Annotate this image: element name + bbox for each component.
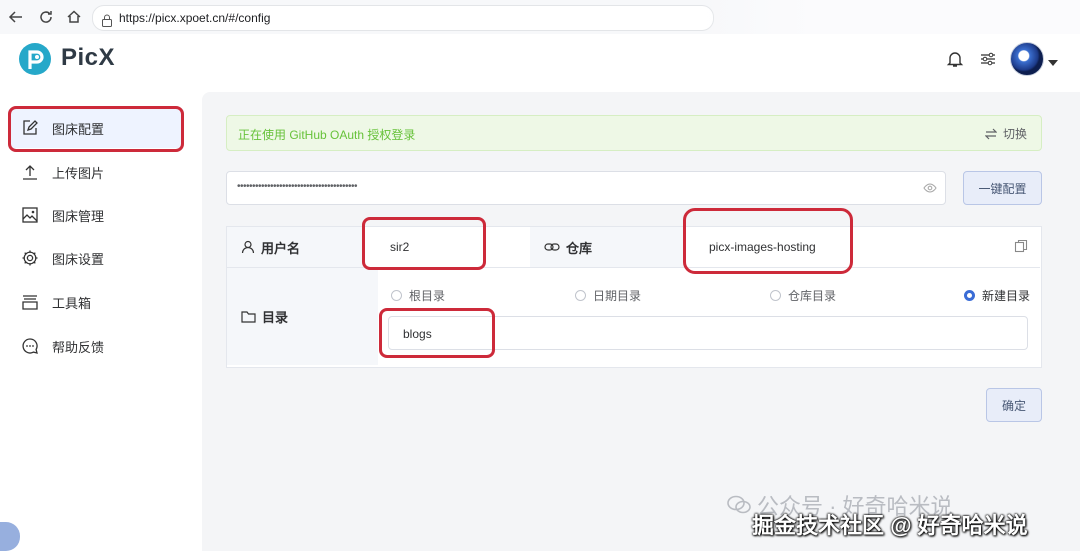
sidebar-item-toolbox[interactable]: 工具箱: [8, 282, 184, 322]
radio-indicator: [391, 290, 402, 301]
folder-icon: [241, 310, 256, 323]
app-header: PicX: [0, 34, 1080, 84]
directory-input[interactable]: blogs: [388, 316, 1028, 350]
reload-icon[interactable]: [36, 7, 56, 27]
eye-icon[interactable]: [923, 181, 937, 199]
username-label-cell: 用户名: [227, 227, 363, 267]
back-icon[interactable]: [6, 7, 26, 27]
copy-icon[interactable]: [1014, 239, 1028, 258]
radio-new-dir[interactable]: 新建目录: [964, 287, 1030, 304]
sidebar-item-settings[interactable]: 图床设置: [8, 238, 184, 278]
radio-date-dir[interactable]: 日期目录: [575, 287, 641, 304]
settings-icon: [20, 248, 40, 268]
dir-label: 目录: [262, 310, 289, 325]
app-name: PicX: [61, 44, 116, 71]
swap-icon: [984, 128, 997, 139]
radio-label: 日期目录: [593, 289, 642, 303]
token-input[interactable]: ••••••••••••••••••••••••••••••••••••••••: [226, 171, 946, 205]
upload-icon: [20, 162, 40, 182]
switch-button[interactable]: 切换: [984, 125, 1027, 142]
radio-label: 仓库目录: [788, 289, 837, 303]
sidebar-item-help[interactable]: 帮助反馈: [8, 326, 184, 366]
sidebar-item-label: 工具箱: [52, 295, 92, 311]
oauth-notice: 正在使用 GitHub OAuth 授权登录 切换: [226, 115, 1042, 151]
toolbox-icon: [20, 292, 40, 312]
directory-value: blogs: [403, 327, 432, 341]
home-icon[interactable]: [64, 7, 84, 27]
edit-icon: [20, 118, 40, 138]
sidebar-item-label: 图床配置: [52, 121, 105, 137]
one-click-config-button[interactable]: 一键配置: [963, 171, 1042, 205]
radio-label: 新建目录: [982, 289, 1031, 303]
radio-label: 根目录: [409, 289, 446, 303]
wechat-icon: [727, 495, 751, 514]
token-value: ••••••••••••••••••••••••••••••••••••••••: [237, 181, 358, 192]
notice-text: 正在使用 GitHub OAuth 授权登录: [238, 128, 416, 142]
confirm-button[interactable]: 确定: [986, 388, 1042, 422]
sidebar-item-label: 上传图片: [52, 165, 105, 181]
repo-label-cell: 仓库: [530, 227, 685, 267]
switch-label: 切换: [1002, 127, 1027, 141]
chat-icon: [20, 336, 40, 356]
username-value[interactable]: sir2: [390, 227, 409, 267]
username-label: 用户名: [261, 240, 301, 256]
sidebar-item-config[interactable]: 图床配置: [8, 108, 184, 148]
avatar[interactable]: [1010, 42, 1044, 76]
repo-value[interactable]: picx-images-hosting: [709, 227, 816, 267]
radio-indicator: [964, 290, 975, 301]
radio-root-dir[interactable]: 根目录: [391, 287, 445, 304]
sliders-icon[interactable]: [977, 48, 999, 70]
sidebar-item-upload[interactable]: 上传图片: [8, 152, 184, 192]
sidebar-item-label: 图床设置: [52, 251, 105, 267]
caret-down-icon[interactable]: [1047, 54, 1059, 72]
radio-repo-dir[interactable]: 仓库目录: [770, 287, 836, 304]
dir-label-cell: 目录: [227, 268, 378, 365]
sidebar-item-label: 帮助反馈: [52, 339, 105, 355]
url-text: https://picx.xpoet.cn/#/config: [119, 11, 271, 25]
browser-toolbar: https://picx.xpoet.cn/#/config: [0, 0, 1080, 35]
address-bar[interactable]: https://picx.xpoet.cn/#/config: [92, 5, 714, 31]
radio-indicator: [575, 290, 586, 301]
bell-icon[interactable]: [944, 48, 966, 70]
sidebar-item-manage[interactable]: 图床管理: [8, 195, 184, 235]
radio-indicator: [770, 290, 781, 301]
sidebar-item-label: 图床管理: [52, 208, 105, 224]
picx-logo[interactable]: [18, 42, 52, 76]
link-icon: [544, 240, 560, 254]
image-icon: [20, 205, 40, 225]
lock-icon: [101, 11, 113, 35]
user-icon: [241, 240, 255, 254]
repo-label: 仓库: [566, 240, 593, 256]
watermark-juejin: 掘金技术社区 @ 好奇哈米说: [752, 513, 1028, 538]
